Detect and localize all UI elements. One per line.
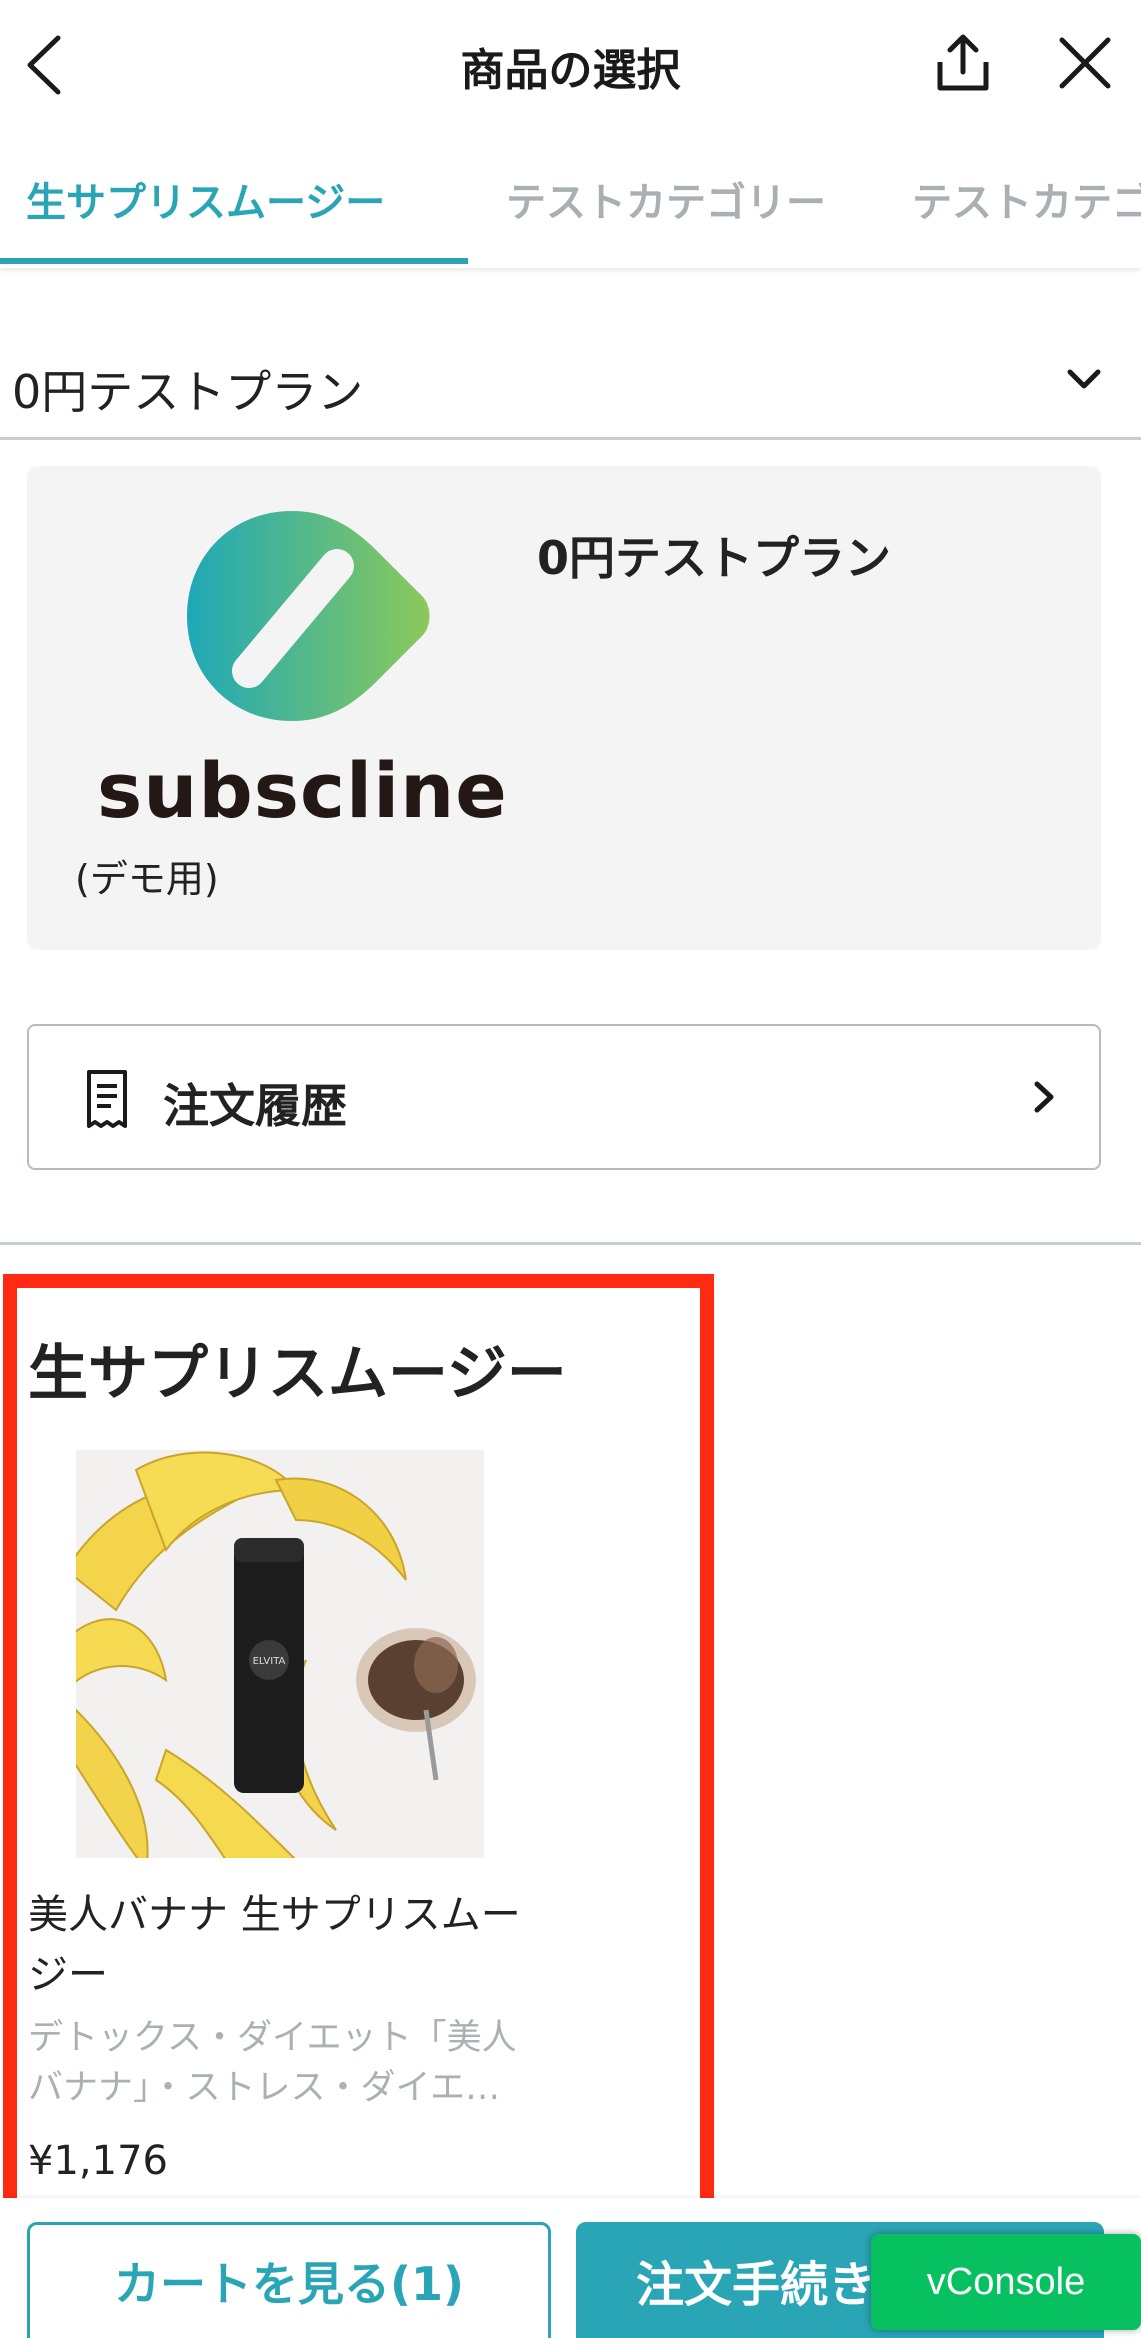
- demo-label: (デモ用): [75, 857, 219, 901]
- tab-test-category-1[interactable]: テストカテゴリー: [506, 170, 826, 228]
- order-history-label: 注文履歴: [163, 1079, 347, 1133]
- chevron-right-icon: [1034, 1081, 1054, 1113]
- active-tab-indicator: [0, 258, 468, 264]
- plan-name: 0円テストプラン: [537, 531, 892, 585]
- section-title: 生サプリスムージー: [28, 1339, 567, 1409]
- product-price: ¥1,176: [28, 2138, 168, 2184]
- close-icon[interactable]: [1052, 30, 1118, 96]
- product-description: デトックス・ダイエット「美人バナナ」・ストレス・ダイエ…: [28, 2018, 517, 2108]
- product-image[interactable]: ELVITA: [76, 1450, 484, 1858]
- plan-card: subscline (デモ用) 0円テストプラン: [27, 466, 1101, 950]
- vconsole-button[interactable]: vConsole: [871, 2234, 1141, 2330]
- plan-select-value: 0円テストプラン: [12, 365, 364, 419]
- plan-select[interactable]: 0円テストプラン: [0, 330, 1141, 440]
- product-name[interactable]: 美人バナナ 生サプリスムージー: [28, 1885, 548, 2005]
- chevron-down-icon: [1067, 369, 1101, 389]
- view-cart-button[interactable]: カートを見る(1): [27, 2222, 551, 2338]
- receipt-icon: [87, 1070, 127, 1128]
- tab-test-category-2[interactable]: テストカテゴリー: [912, 170, 1141, 228]
- section-divider: [0, 1242, 1141, 1245]
- tab-nama-supuri-smoothie[interactable]: 生サプリスムージー: [26, 170, 385, 228]
- category-tabs: 生サプリスムージー テストカテゴリー テストカテゴリー: [0, 150, 1141, 268]
- brand-name: subscline: [97, 746, 508, 835]
- page: 商品の選択 生サプリスムージー テストカテゴリー テストカテゴリー 0円テストプ…: [0, 0, 1141, 2338]
- subscline-logo-icon: [187, 511, 430, 721]
- product-photo: ELVITA: [76, 1450, 484, 1858]
- bottle-label: ELVITA: [253, 1656, 286, 1667]
- top-bar: 商品の選択: [0, 0, 1141, 130]
- order-history-button[interactable]: 注文履歴: [27, 1024, 1101, 1170]
- share-icon[interactable]: [930, 28, 996, 98]
